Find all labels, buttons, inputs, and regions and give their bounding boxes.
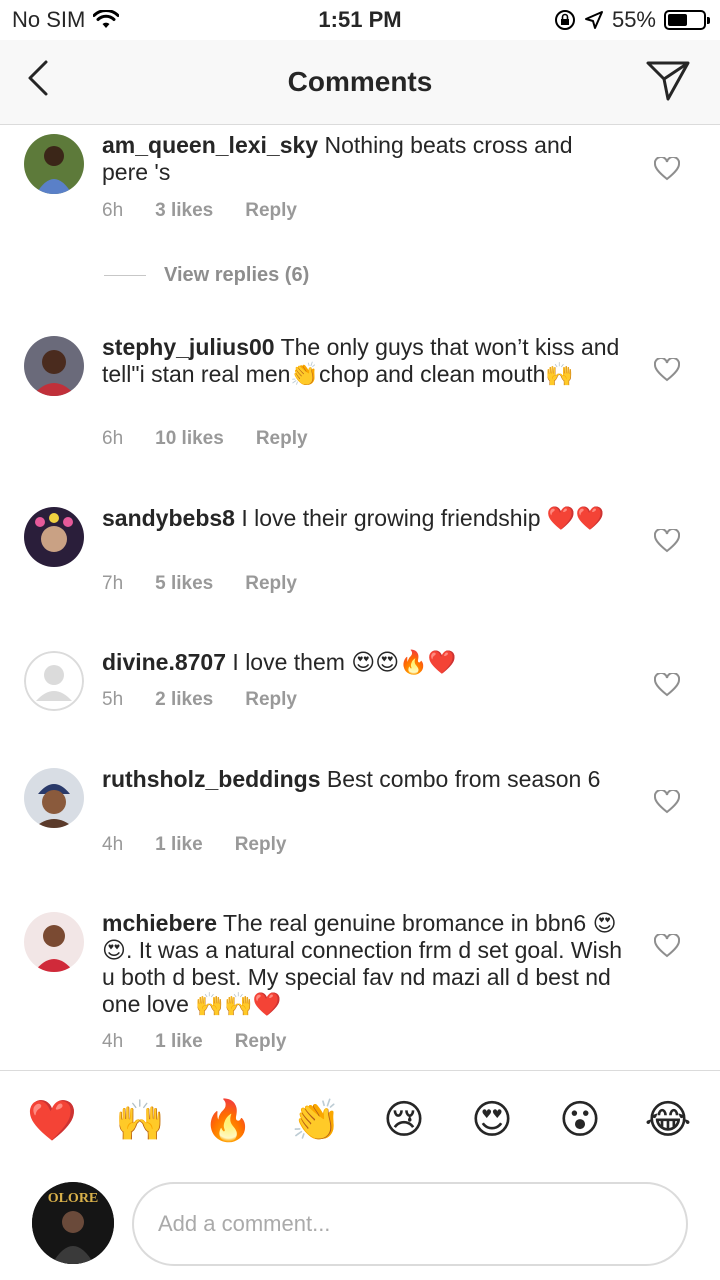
avatar[interactable]	[24, 336, 84, 396]
comment-meta: 4h 1 like Reply	[102, 1031, 286, 1053]
avatar[interactable]	[24, 507, 84, 567]
comment-body: stephy_julius00 The only guys that won’t…	[102, 334, 622, 388]
status-right: 55%	[554, 7, 710, 33]
reply-button[interactable]: Reply	[235, 1031, 287, 1053]
comment-body: mchiebere The real genuine bromance in b…	[102, 910, 622, 1018]
comment-input[interactable]	[132, 1182, 688, 1266]
emoji-surprised-button[interactable]: 😮	[555, 1097, 605, 1143]
divider	[104, 275, 146, 276]
reply-button[interactable]: Reply	[256, 428, 308, 450]
comment-meta: 7h 5 likes Reply	[102, 573, 297, 595]
comment-body: am_queen_lexi_sky Nothing beats cross an…	[102, 132, 622, 186]
comment-meta: 4h 1 like Reply	[102, 834, 286, 856]
battery-percent: 55%	[611, 7, 656, 32]
battery-level	[668, 14, 687, 26]
comment-body: sandybebs8 I love their growing friendsh…	[102, 505, 622, 532]
comment-body: ruthsholz_beddings Best combo from seaso…	[102, 766, 622, 793]
emoji-clap-button[interactable]: 👏	[291, 1097, 341, 1144]
comment-likes[interactable]: 5 likes	[155, 573, 213, 595]
comment-likes[interactable]: 2 likes	[155, 689, 213, 711]
my-avatar[interactable]: OLORE	[32, 1182, 114, 1264]
avatar[interactable]	[24, 768, 84, 828]
emoji-crying-button[interactable]: 😢	[379, 1097, 429, 1143]
heart-icon[interactable]	[654, 673, 680, 697]
comment-username[interactable]: sandybebs8	[102, 505, 235, 531]
comment-likes[interactable]: 3 likes	[155, 200, 213, 222]
reply-button[interactable]: Reply	[245, 573, 297, 595]
emoji-fire-button[interactable]: 🔥	[203, 1097, 253, 1144]
comment-text: I love their growing friendship ❤️❤️	[241, 505, 605, 531]
quick-emoji-bar: ❤️ 🙌 🔥 👏 😢 😍 😮 😂	[0, 1070, 720, 1175]
comment-time: 4h	[102, 834, 124, 855]
reply-button[interactable]: Reply	[245, 689, 297, 711]
comment-username[interactable]: mchiebere	[102, 910, 217, 936]
comment-text: I love them 😍😍🔥❤️	[232, 649, 457, 675]
comment-time: 6h	[102, 428, 124, 449]
avatar[interactable]	[24, 912, 84, 972]
comment-time: 7h	[102, 573, 124, 594]
my-avatar-logo-text: OLORE	[48, 1191, 99, 1206]
location-icon	[584, 11, 603, 29]
comment-meta: 5h 2 likes Reply	[102, 689, 297, 711]
heart-icon[interactable]	[654, 529, 680, 553]
heart-icon[interactable]	[654, 157, 680, 181]
reply-button[interactable]: Reply	[235, 834, 287, 856]
avatar[interactable]	[24, 134, 84, 194]
comment-time: 5h	[102, 689, 124, 710]
comment-likes[interactable]: 1 like	[155, 834, 203, 856]
page-title: Comments	[287, 66, 433, 97]
rotation-lock-icon	[554, 10, 575, 30]
comment-likes[interactable]: 10 likes	[155, 428, 224, 450]
header: Comments	[0, 40, 720, 125]
heart-icon[interactable]	[654, 934, 680, 958]
comment-username[interactable]: ruthsholz_beddings	[102, 766, 321, 792]
comment-username[interactable]: am_queen_lexi_sky	[102, 132, 318, 158]
emoji-heart-eyes-button[interactable]: 😍	[467, 1097, 517, 1143]
comment-username[interactable]: stephy_julius00	[102, 334, 275, 360]
comment-username[interactable]: divine.8707	[102, 649, 226, 675]
comment-time: 6h	[102, 200, 124, 221]
comment-meta: 6h 3 likes Reply	[102, 200, 297, 222]
status-bar: No SIM 1:51 PM 55%	[0, 0, 720, 40]
battery-icon	[664, 10, 710, 30]
comment-meta: 6h 10 likes Reply	[102, 428, 308, 450]
comment-composer: OLORE	[0, 1174, 720, 1280]
heart-icon[interactable]	[654, 358, 680, 382]
reply-button[interactable]: Reply	[245, 200, 297, 222]
emoji-heart-button[interactable]: ❤️	[27, 1097, 77, 1144]
avatar[interactable]	[24, 651, 84, 711]
emoji-laughing-button[interactable]: 😂	[643, 1097, 693, 1143]
view-replies-button[interactable]: View replies (6)	[104, 264, 309, 287]
comment-time: 4h	[102, 1031, 124, 1052]
comment-likes[interactable]: 1 like	[155, 1031, 203, 1053]
emoji-raised-hands-button[interactable]: 🙌	[115, 1097, 165, 1144]
comment-text: Best combo from season 6	[326, 766, 601, 792]
comment-body: divine.8707 I love them 😍😍🔥❤️	[102, 649, 622, 676]
view-replies-label: View replies (6)	[164, 264, 310, 286]
heart-icon[interactable]	[654, 790, 680, 814]
direct-send-icon[interactable]	[644, 56, 692, 104]
